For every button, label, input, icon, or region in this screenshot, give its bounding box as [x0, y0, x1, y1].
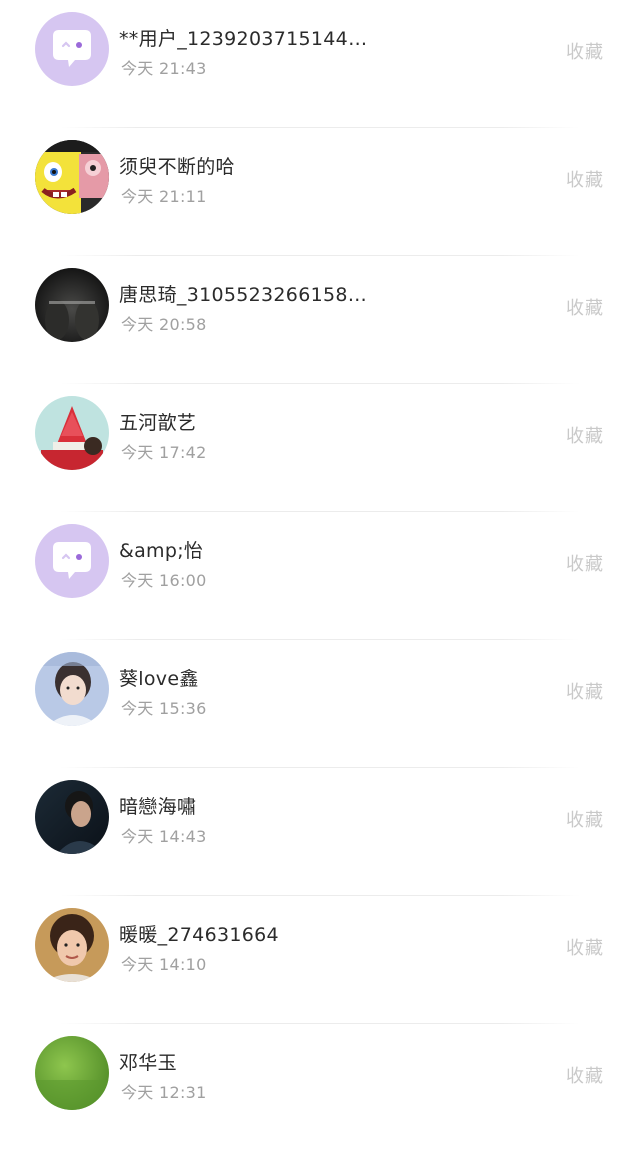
user-photo-icon [35, 780, 109, 854]
user-photo-icon [35, 908, 109, 982]
user-photo-icon [35, 652, 109, 726]
list-item[interactable]: 邓华玉 今天 12:31 收藏 [0, 1024, 640, 1152]
favorite-button[interactable]: 收藏 [566, 1062, 604, 1088]
user-photo-icon [35, 268, 109, 342]
list-item[interactable]: **用户_123920371514488 今天 21:43 收藏 [0, 0, 640, 128]
list-item[interactable]: &amp;怡 今天 16:00 收藏 [0, 512, 640, 640]
list-item[interactable]: 暗戀海嘯 今天 14:43 收藏 [0, 768, 640, 896]
list-item[interactable]: 葵love鑫 今天 15:36 收藏 [0, 640, 640, 768]
user-photo-icon [35, 140, 109, 214]
visit-time: 今天 17:42 [121, 443, 207, 462]
avatar[interactable] [35, 396, 109, 470]
avatar[interactable] [35, 780, 109, 854]
user-name: 暖暖_274631664 [119, 924, 279, 946]
visit-time: 今天 16:00 [121, 571, 207, 590]
favorite-button[interactable]: 收藏 [566, 678, 604, 704]
list-item[interactable]: 五河歆艺 今天 17:42 收藏 [0, 384, 640, 512]
avatar[interactable] [35, 652, 109, 726]
avatar[interactable] [35, 908, 109, 982]
chat-bubble-icon [35, 12, 109, 86]
user-photo-icon [35, 396, 109, 470]
user-name: 唐思琦_3105523266158… [119, 284, 368, 306]
visit-time: 今天 21:11 [121, 187, 207, 206]
avatar[interactable] [35, 140, 109, 214]
avatar[interactable] [35, 268, 109, 342]
avatar[interactable] [35, 524, 109, 598]
avatar[interactable] [35, 12, 109, 86]
avatar[interactable] [35, 1036, 109, 1110]
visitor-list: **用户_123920371514488 今天 21:43 收藏 须臾不断的哈 [0, 0, 640, 1127]
favorite-button[interactable]: 收藏 [566, 550, 604, 576]
visit-time: 今天 15:36 [121, 699, 207, 718]
user-name: 五河歆艺 [119, 412, 197, 434]
favorite-button[interactable]: 收藏 [566, 294, 604, 320]
user-name: 葵love鑫 [119, 668, 199, 690]
list-item[interactable]: 须臾不断的哈 今天 21:11 收藏 [0, 128, 640, 256]
visit-time: 今天 21:43 [121, 59, 207, 78]
favorite-button[interactable]: 收藏 [566, 38, 604, 64]
favorite-button[interactable]: 收藏 [566, 806, 604, 832]
favorite-button[interactable]: 收藏 [566, 422, 604, 448]
favorite-button[interactable]: 收藏 [566, 166, 604, 192]
favorite-button[interactable]: 收藏 [566, 934, 604, 960]
user-name: 须臾不断的哈 [119, 156, 235, 178]
user-name: 邓华玉 [119, 1052, 177, 1074]
user-name: &amp;怡 [119, 540, 204, 562]
user-name: **用户_123920371514488 [119, 28, 369, 50]
visit-time: 今天 14:10 [121, 955, 207, 974]
visit-time: 今天 14:43 [121, 827, 207, 846]
visit-time: 今天 12:31 [121, 1083, 207, 1102]
visit-time: 今天 20:58 [121, 315, 207, 334]
list-item[interactable]: 暖暖_274631664 今天 14:10 收藏 [0, 896, 640, 1024]
chat-bubble-icon [35, 524, 109, 598]
user-photo-icon [35, 1036, 109, 1110]
user-name: 暗戀海嘯 [119, 796, 197, 818]
list-item[interactable]: 唐思琦_3105523266158… 今天 20:58 收藏 [0, 256, 640, 384]
